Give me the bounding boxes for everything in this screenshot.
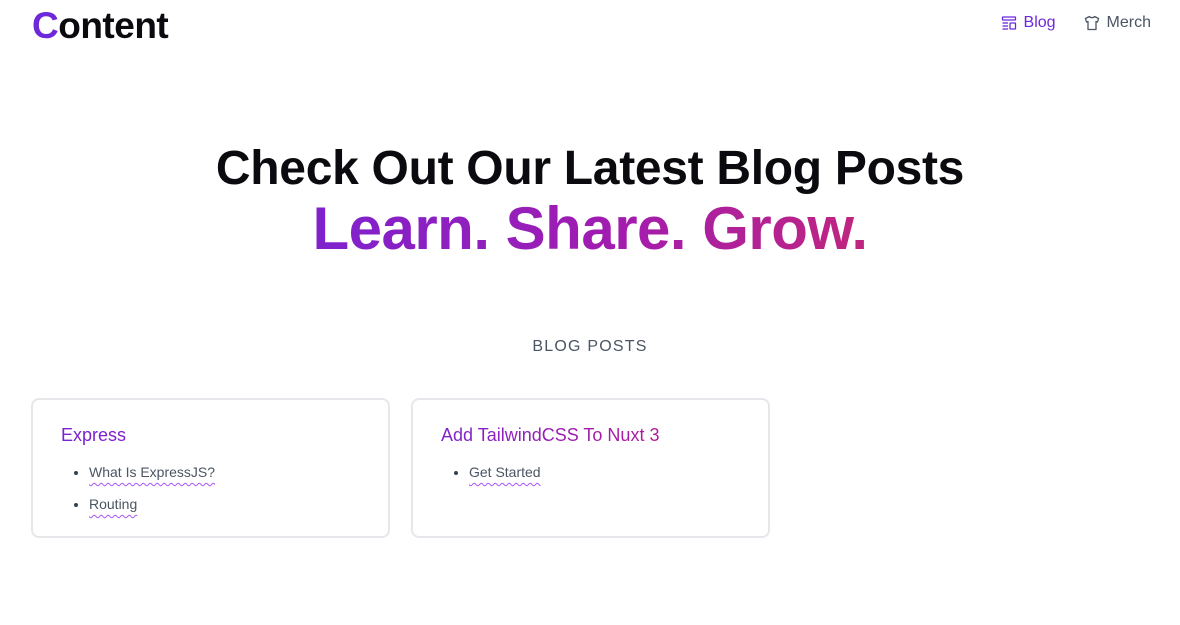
hero-tagline: Learn. Share. Grow.: [312, 195, 868, 262]
list-item: What Is ExpressJS?: [89, 462, 360, 482]
post-list: What Is ExpressJS? Routing: [61, 462, 360, 514]
post-link[interactable]: Routing: [89, 496, 137, 512]
logo-text: ontent: [58, 5, 169, 46]
post-link[interactable]: What Is ExpressJS?: [89, 464, 215, 480]
site-logo[interactable]: Content: [32, 4, 169, 48]
logo-accent-letter: C: [32, 5, 59, 46]
nav-item-merch[interactable]: Merch: [1084, 12, 1151, 34]
list-item: Routing: [89, 494, 360, 514]
site-header: Content Blog Merch: [0, 0, 1180, 56]
blog-card-tailwind: Add TailwindCSS To Nuxt 3 Get Started: [411, 398, 770, 538]
nav-item-blog[interactable]: Blog: [1001, 12, 1056, 34]
list-item: Get Started: [469, 462, 740, 482]
blog-card-express: Express What Is ExpressJS? Routing: [31, 398, 390, 538]
nav-label-merch: Merch: [1106, 14, 1151, 31]
section-label: BLOG POSTS: [532, 338, 648, 355]
hero-title: Check Out Our Latest Blog Posts: [215, 142, 965, 195]
card-title: Express: [61, 425, 127, 445]
shirt-icon: [1084, 15, 1099, 31]
post-link[interactable]: Get Started: [469, 464, 541, 480]
blog-icon: [1001, 16, 1016, 30]
main-nav: Blog Merch: [1001, 12, 1151, 34]
blog-cards: Express What Is ExpressJS? Routing Add T…: [31, 398, 770, 538]
nav-label-blog: Blog: [1023, 14, 1056, 31]
hero-section: Check Out Our Latest Blog Posts Learn. S…: [0, 140, 1180, 260]
post-list: Get Started: [441, 462, 740, 482]
card-title: Add TailwindCSS To Nuxt 3: [441, 425, 660, 445]
